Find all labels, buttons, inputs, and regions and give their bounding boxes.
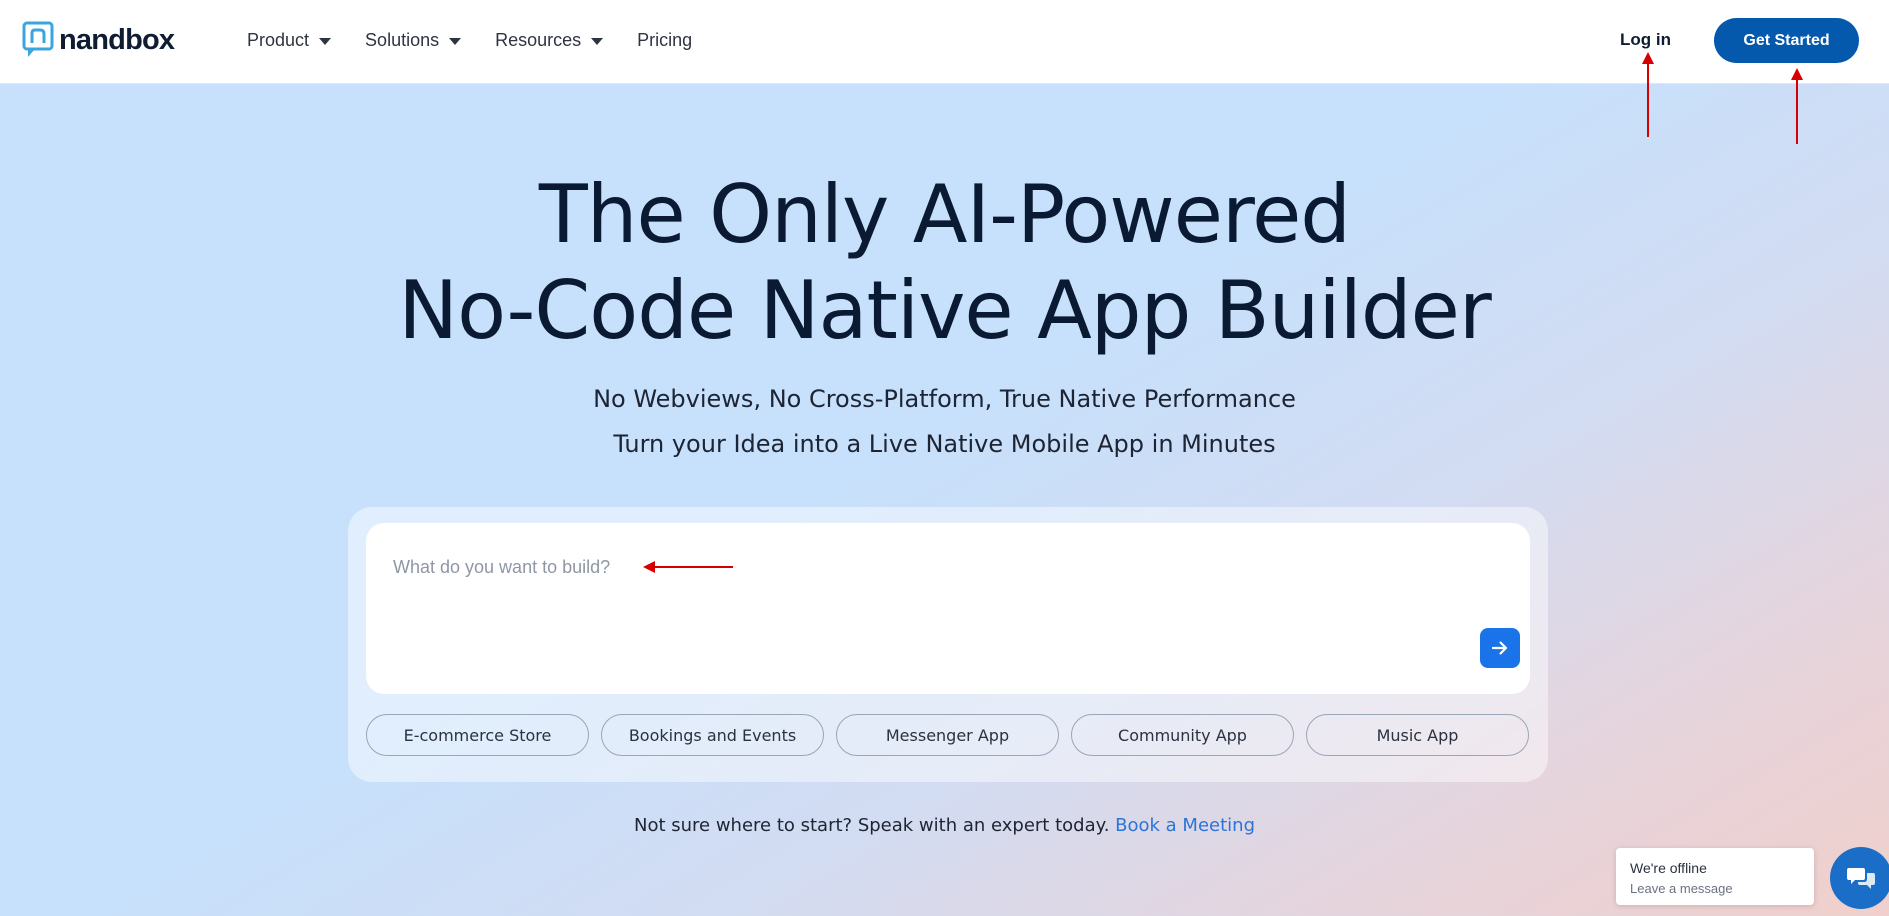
nav-item-product[interactable]: Product [247,30,332,51]
caret-down-icon [591,38,604,45]
chat-status-subtitle: Leave a message [1630,881,1733,896]
caret-down-icon [319,38,332,45]
hero-title-line1: The Only AI-Powered [538,168,1351,261]
main-nav: Product Solutions Resources Pricing [247,30,726,51]
prompt-panel: E-commerce Store Bookings and Events Mes… [348,507,1548,782]
nandbox-logo[interactable]: nandbox [22,20,175,60]
chip-messenger-app[interactable]: Messenger App [836,714,1059,756]
nav-item-label: Resources [495,30,582,50]
helper-line: Not sure where to start? Speak with an e… [0,815,1889,836]
get-started-button[interactable]: Get Started [1714,18,1859,63]
chip-ecommerce-store[interactable]: E-commerce Store [366,714,589,756]
hero-title-line2: No-Code Native App Builder [398,264,1491,357]
send-button[interactable] [1480,628,1520,668]
nav-item-label: Pricing [637,30,693,50]
chip-community-app[interactable]: Community App [1071,714,1294,756]
book-meeting-link[interactable]: Book a Meeting [1115,815,1255,836]
annotation-arrow-get-started [1791,68,1803,144]
helper-text: Not sure where to start? Speak with an e… [633,815,1110,836]
login-link[interactable]: Log in [1620,30,1671,50]
logo-text: nandbox [59,23,175,56]
site-header: nandbox Product Solutions Resources Pric… [0,0,1889,84]
caret-down-icon [449,38,462,45]
nav-item-resources[interactable]: Resources [495,30,604,51]
arrow-right-icon [1491,641,1508,655]
nav-item-solutions[interactable]: Solutions [365,30,462,51]
chat-status-title: We're offline [1630,860,1707,876]
nav-item-label: Solutions [365,30,440,50]
suggestion-chips: E-commerce Store Bookings and Events Mes… [366,714,1529,756]
build-prompt-input[interactable] [393,553,1373,581]
chat-bubbles-icon [1847,868,1875,889]
nav-item-label: Product [247,30,310,50]
logo-mark-icon [22,21,54,59]
annotation-arrow-login [1642,52,1654,137]
chip-music-app[interactable]: Music App [1306,714,1529,756]
chip-bookings-events[interactable]: Bookings and Events [601,714,824,756]
chat-offline-bubble[interactable]: We're offline Leave a message [1616,848,1814,905]
chat-launcher-button[interactable] [1830,847,1889,909]
hero-subtitle-line2: Turn your Idea into a Live Native Mobile… [613,430,1276,458]
nav-item-pricing[interactable]: Pricing [637,30,692,51]
hero-subtitle-line1: No Webviews, No Cross-Platform, True Nat… [593,385,1296,413]
annotation-arrow-prompt [643,561,733,573]
prompt-box[interactable] [366,523,1530,694]
